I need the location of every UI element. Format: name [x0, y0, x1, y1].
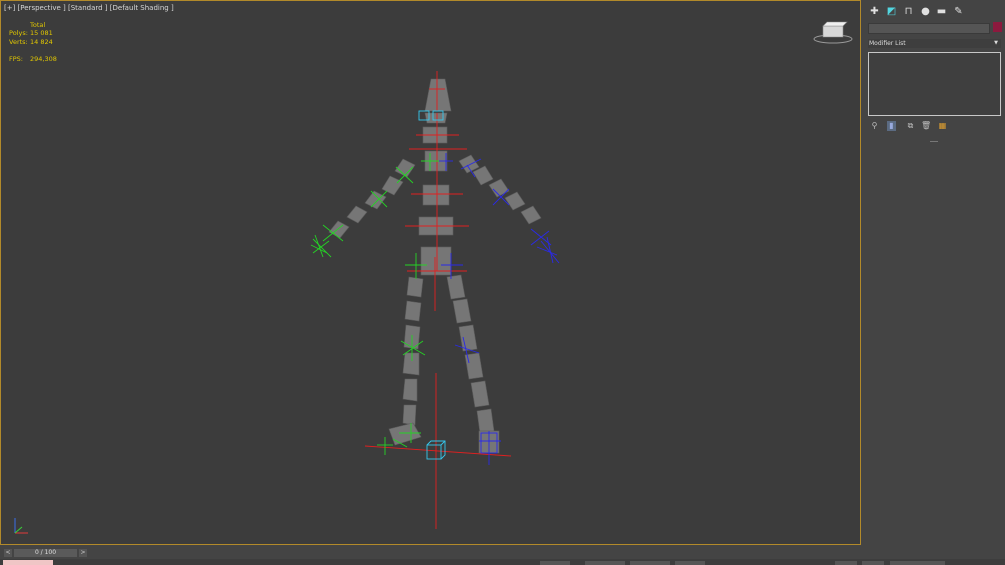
time-slider[interactable]: 0 / 100: [14, 549, 77, 557]
motion-icon[interactable]: ●: [919, 5, 932, 18]
character-rig[interactable]: [1, 1, 861, 545]
timeline-bar: < 0 / 100 >: [0, 545, 1005, 565]
axis-tripod-icon: [14, 518, 28, 534]
time-slider-next-button[interactable]: >: [79, 549, 87, 557]
object-color-swatch[interactable]: [993, 22, 1002, 32]
status-control[interactable]: [540, 561, 570, 565]
modifier-stack-list[interactable]: [868, 52, 1001, 116]
set-key-button[interactable]: [862, 561, 884, 565]
hierarchy-icon[interactable]: ⊓: [902, 5, 915, 18]
coordinate-field[interactable]: [585, 561, 625, 565]
make-unique-icon[interactable]: ⧉: [906, 121, 915, 131]
modifier-list-label: Modifier List: [869, 40, 906, 47]
coordinate-field[interactable]: [630, 561, 670, 565]
key-button[interactable]: [835, 561, 857, 565]
display-icon[interactable]: ▬: [935, 5, 948, 18]
perspective-viewport[interactable]: [+] [Perspective ] [Standard ] [Default …: [0, 0, 861, 545]
modify-icon[interactable]: ◩: [885, 5, 898, 18]
configure-modifier-sets-icon[interactable]: ▦: [938, 121, 947, 131]
time-slider-prev-button[interactable]: <: [4, 549, 12, 557]
create-icon[interactable]: ✚: [868, 5, 881, 18]
remove-modifier-icon[interactable]: 🗑: [921, 121, 931, 131]
selection-set-dropdown[interactable]: [890, 561, 945, 565]
object-name-field[interactable]: [868, 23, 990, 34]
utilities-icon[interactable]: ✎: [952, 5, 965, 18]
show-end-result-icon[interactable]: ▮: [887, 121, 896, 131]
pin-stack-icon[interactable]: ⚲: [870, 121, 879, 131]
panel-divider[interactable]: [930, 141, 938, 142]
maxscript-listener-field[interactable]: [3, 560, 53, 565]
chevron-down-icon: ▼: [994, 40, 998, 46]
command-panel: ✚ ◩ ⊓ ● ▬ ✎ Modifier List ▼ ⚲ ▮ ⧉ 🗑 ▦: [864, 0, 1005, 545]
coordinate-field[interactable]: [675, 561, 705, 565]
modifier-list-dropdown[interactable]: Modifier List ▼: [868, 39, 1001, 48]
viewcube-icon[interactable]: [813, 20, 855, 44]
